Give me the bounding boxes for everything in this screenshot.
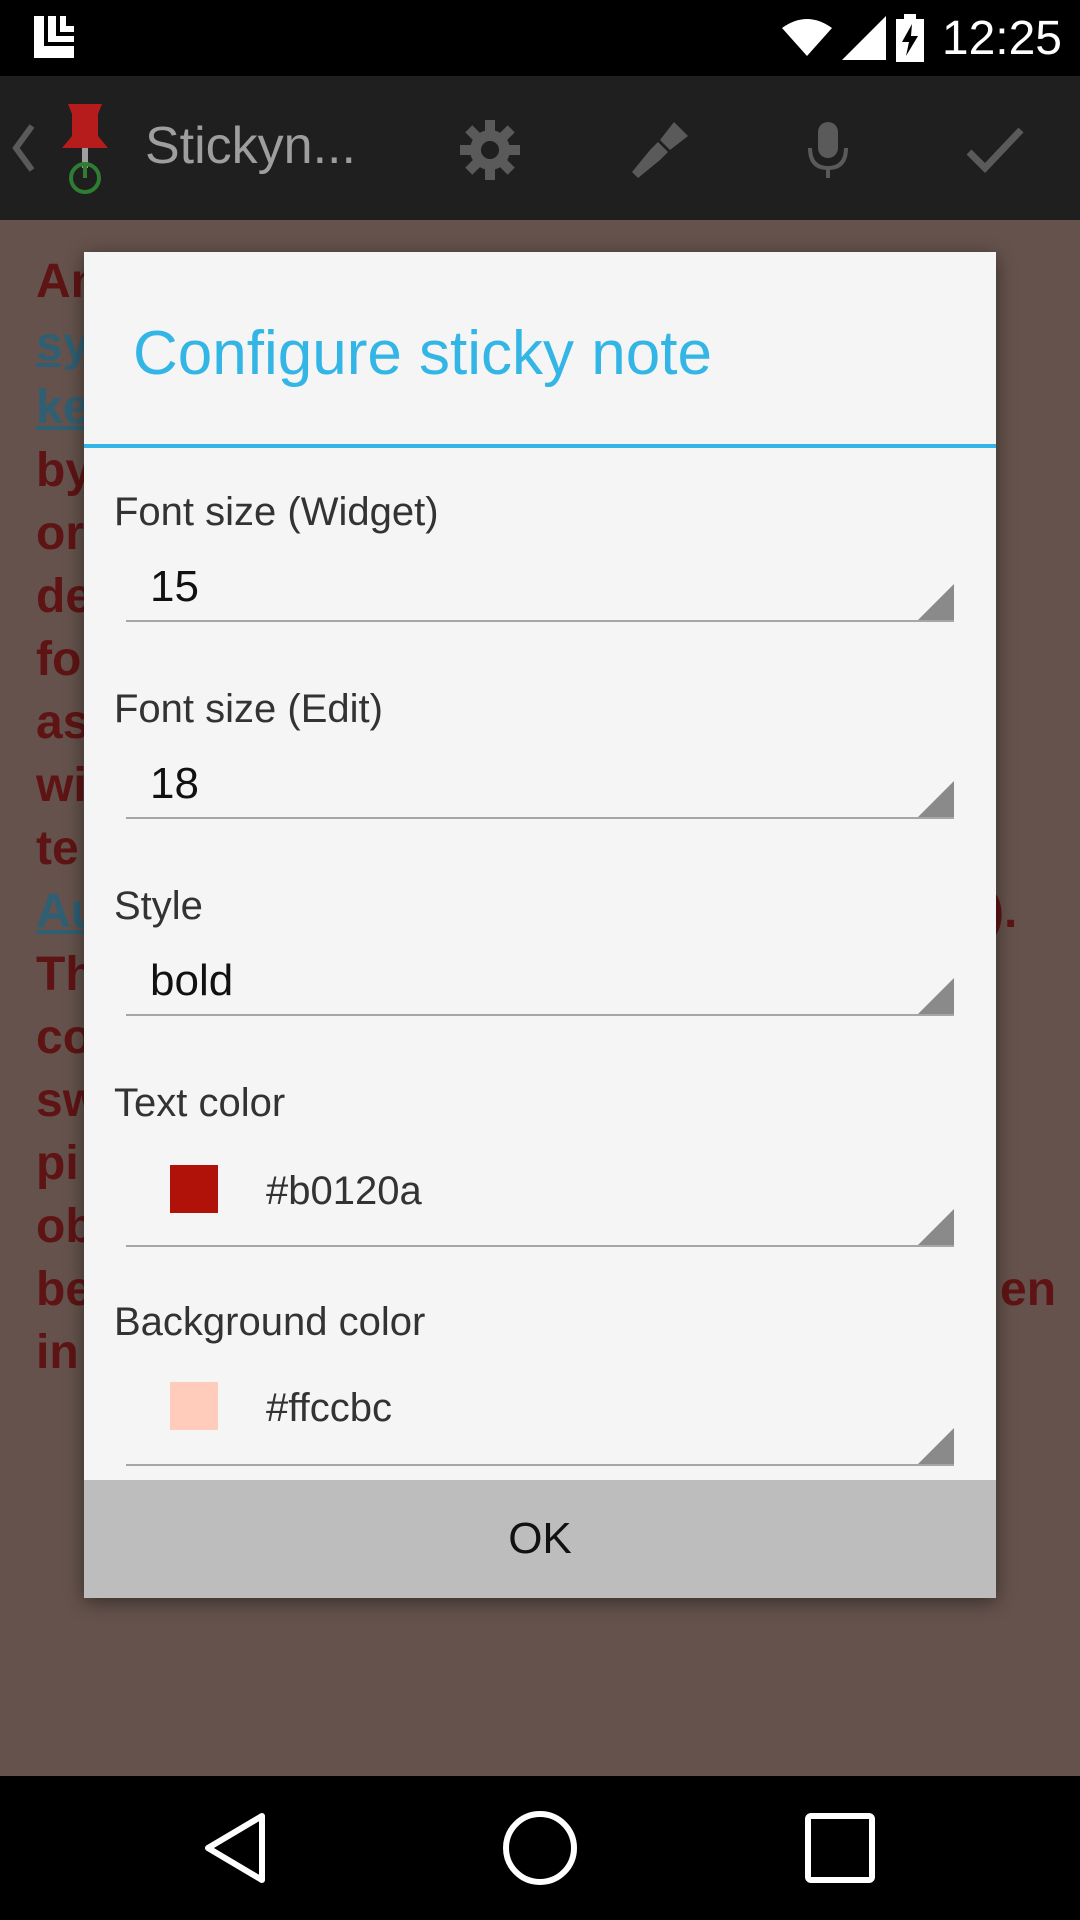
note-text-fragment: as [36, 696, 90, 749]
battery-charging-icon [895, 14, 924, 62]
note-text-fragment: in [36, 1326, 79, 1379]
status-bar: 12:25 [0, 0, 1080, 76]
microphone-icon[interactable] [798, 120, 858, 180]
background-color-label: Background color [114, 1300, 426, 1344]
font-size-edit-spinner[interactable]: 18 [126, 751, 954, 819]
wifi-icon [781, 19, 832, 56]
note-text-fragment: pi [36, 1137, 79, 1190]
dropdown-arrow-icon [918, 781, 954, 817]
background-color-value: #ffccbc [266, 1386, 392, 1430]
note-text-fragment: or [36, 507, 84, 560]
note-link-fragment: ke [36, 381, 90, 434]
text-color-label: Text color [114, 1081, 286, 1125]
dialog-title: Configure sticky note [133, 319, 712, 388]
ok-button[interactable]: OK [84, 1480, 996, 1598]
status-indicators: 12:25 [781, 0, 1062, 76]
text-color-spinner[interactable]: #b0120a [126, 1145, 954, 1247]
font-size-widget-label: Font size (Widget) [114, 490, 439, 534]
nav-back-icon[interactable] [196, 1808, 276, 1888]
note-text-fragment: fo [36, 633, 82, 686]
font-size-edit-label: Font size (Edit) [114, 687, 383, 731]
font-size-widget-spinner[interactable]: 15 [126, 554, 954, 622]
navigation-bar [0, 1776, 1080, 1920]
cell-signal-icon [841, 16, 886, 60]
dropdown-arrow-icon [918, 1428, 954, 1464]
app-title: Stickyn... [145, 117, 356, 175]
launcher-notification-icon [34, 16, 74, 58]
nav-home-icon[interactable] [500, 1808, 580, 1888]
font-size-widget-value: 15 [150, 562, 199, 611]
nav-recent-apps-icon[interactable] [800, 1808, 880, 1888]
brush-icon[interactable] [630, 120, 690, 180]
action-bar: Stickyn... [0, 76, 1080, 220]
dropdown-arrow-icon [918, 584, 954, 620]
style-value: bold [150, 956, 234, 1005]
text-color-value: #b0120a [266, 1169, 422, 1213]
configure-dialog: Configure sticky note Font size (Widget)… [84, 252, 996, 1598]
note-text-fragment: wi [36, 759, 87, 812]
status-time: 12:25 [941, 11, 1062, 65]
background-color-spinner[interactable]: #ffccbc [126, 1364, 954, 1466]
screen: 12:25 Stickyn... An sy ke by or de fo as… [0, 0, 1080, 1920]
dropdown-arrow-icon [918, 978, 954, 1014]
note-link-fragment: sy [36, 318, 90, 371]
text-color-swatch [170, 1165, 218, 1213]
style-label: Style [114, 884, 203, 928]
dropdown-arrow-icon [918, 1209, 954, 1245]
checkmark-icon[interactable] [965, 120, 1025, 180]
back-chevron-icon[interactable] [10, 122, 38, 174]
dialog-title-divider [84, 444, 996, 448]
note-text-fragment: te [36, 822, 79, 875]
style-spinner[interactable]: bold [126, 948, 954, 1016]
font-size-edit-value: 18 [150, 759, 199, 808]
background-color-swatch [170, 1382, 218, 1430]
gear-icon[interactable] [460, 120, 520, 180]
note-text-fragment: en [1000, 1263, 1057, 1316]
pushpin-icon[interactable] [58, 102, 112, 196]
